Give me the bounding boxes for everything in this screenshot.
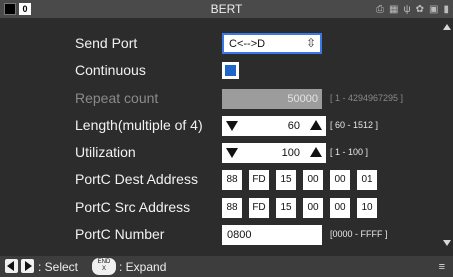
usb-icon: ψ [403,3,411,15]
src-byte-4[interactable]: 00 [303,198,323,218]
send-port-value: C<-->D [229,38,266,50]
end-key-top: END [97,259,111,265]
tool-icon: ✿ [415,3,425,15]
battery-icon: ▮ [443,3,449,15]
src-address-row: PortC Src Address 88 FD 15 00 00 10 [0,195,440,221]
scroll-down-icon[interactable] [443,240,451,246]
portc-number-row: PortC Number 0800 [0000 - FFFF ] [0,222,440,248]
menu-icon[interactable]: ≡ [439,261,445,273]
dest-byte-4[interactable]: 00 [303,170,323,190]
portc-number-label: PortC Number [75,226,165,242]
continuous-row: Continuous [0,58,440,84]
src-byte-3[interactable]: 15 [276,198,296,218]
printer-icon: ⎙ [376,3,385,15]
src-byte-1[interactable]: 88 [222,198,242,218]
send-port-row: Send Port C<-->D ⇳ [0,31,440,57]
portc-number-field[interactable]: 0800 [222,225,322,245]
src-byte-2[interactable]: FD [249,198,269,218]
dest-byte-6[interactable]: 01 [357,170,377,190]
storage-icon: ▣ [429,3,439,15]
src-byte-5[interactable]: 00 [330,198,350,218]
right-arrow-key-icon[interactable] [21,259,34,273]
utilization-range: [ 1 - 100 ] [330,147,369,157]
network-icon: ▦ [389,3,399,15]
bert-screen: 0 BERT ⎙ ▦ ψ ✿ ▣ ▮ Send Port C<-->D ⇳ Co… [0,0,453,277]
status-icons: ⎙ ▦ ψ ✿ ▣ ▮ [376,1,449,17]
length-row: Length(multiple of 4) 60 [ 60 - 1512 ] [0,113,440,139]
end-key-bottom: X [101,266,106,272]
send-port-label: Send Port [75,35,138,51]
scroll-up-icon[interactable] [443,24,451,30]
dest-address-row: PortC Dest Address 88 FD 15 00 00 01 [0,167,440,193]
increment-icon[interactable] [310,147,322,157]
repeat-count-field: 50000 [222,89,322,109]
expand-hint: : Expand [119,260,167,274]
decrement-icon[interactable] [226,148,238,158]
portc-number-range: [0000 - FFFF ] [330,229,388,239]
dest-byte-2[interactable]: FD [249,170,269,190]
utilization-value: 100 [281,147,300,159]
continuous-label: Continuous [75,62,146,78]
repeat-count-value: 50000 [287,93,318,105]
select-hint: : Select [38,260,79,274]
utilization-stepper[interactable]: 100 [222,143,326,163]
length-stepper[interactable]: 60 [222,116,326,136]
decrement-icon[interactable] [226,121,238,131]
up-down-arrows-icon: ⇳ [305,36,316,50]
title-bar: 0 BERT ⎙ ▦ ψ ✿ ▣ ▮ [0,0,453,18]
dest-byte-5[interactable]: 00 [330,170,350,190]
dest-byte-1[interactable]: 88 [222,170,242,190]
utilization-label: Utilization [75,144,136,160]
src-address-label: PortC Src Address [75,199,191,215]
utilization-row: Utilization 100 [ 1 - 100 ] [0,140,440,166]
dest-byte-3[interactable]: 15 [276,170,296,190]
portc-number-value: 0800 [227,229,252,241]
end-key-icon[interactable]: END X [92,258,116,275]
length-value: 60 [287,120,300,132]
repeat-count-range: [ 1 - 4294967295 ] [330,93,404,103]
continuous-checkbox[interactable] [222,62,239,79]
dest-address-label: PortC Dest Address [75,171,198,187]
src-byte-6[interactable]: 10 [357,198,377,218]
left-arrow-key-icon[interactable] [5,259,18,273]
send-port-select[interactable]: C<-->D ⇳ [222,33,322,54]
repeat-count-label: Repeat count [75,90,159,106]
length-label: Length(multiple of 4) [75,117,203,133]
repeat-count-row: Repeat count 50000 [ 1 - 4294967295 ] [0,86,440,112]
checkbox-checked-mark [225,65,236,76]
footer-bar: : Select END X : Expand ≡ [0,256,453,277]
increment-icon[interactable] [310,120,322,130]
length-range: [ 60 - 1512 ] [330,120,379,130]
